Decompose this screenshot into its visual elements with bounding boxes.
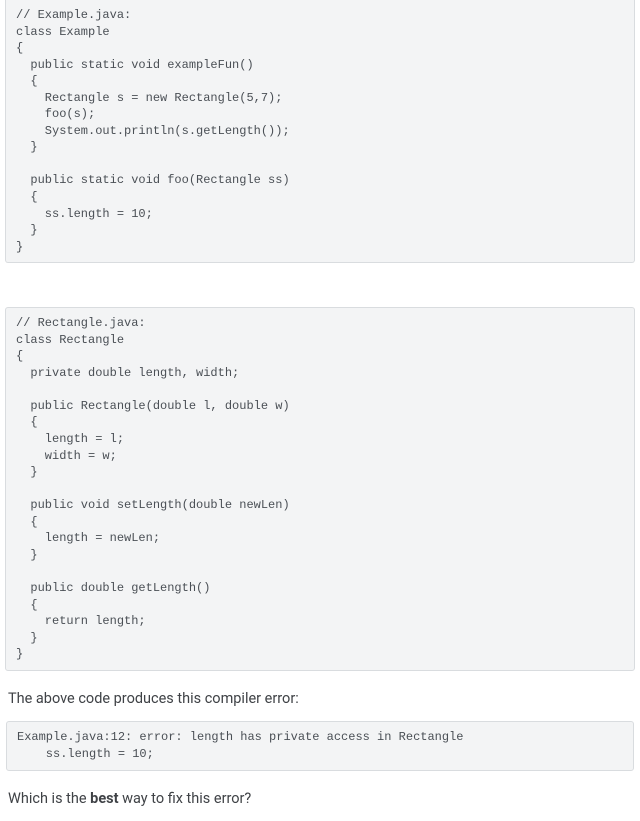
question-text: Which is the best way to fix this error?	[8, 789, 632, 809]
spacer	[0, 263, 640, 307]
question-bold: best	[90, 790, 118, 807]
narration-error-intro: The above code produces this compiler er…	[8, 689, 632, 709]
code-block-rectangle: // Rectangle.java: class Rectangle { pri…	[5, 307, 635, 670]
compiler-error-block: Example.java:12: error: length has priva…	[6, 721, 634, 771]
code-block-example: // Example.java: class Example { public …	[5, 0, 635, 263]
question-suffix: way to fix this error?	[119, 790, 252, 807]
question-prefix: Which is the	[8, 790, 90, 807]
